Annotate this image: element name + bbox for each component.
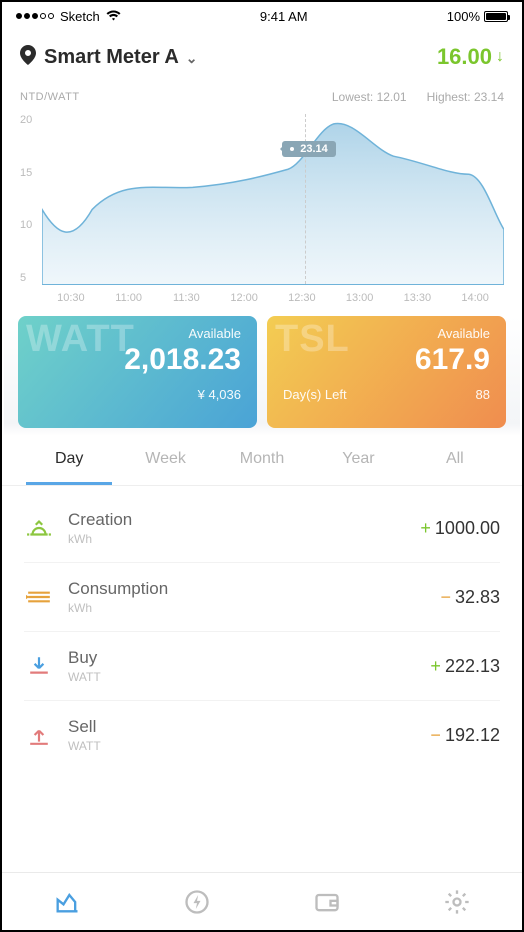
download-icon [24, 654, 54, 678]
header-value: 16.00 ↓ [437, 44, 504, 70]
status-left: Sketch [16, 9, 121, 24]
battery-icon [484, 11, 508, 22]
row-title: Buy [68, 648, 101, 668]
lines-icon [24, 585, 54, 609]
area-path-icon [42, 114, 504, 285]
tsl-sub-right: 88 [476, 387, 490, 402]
signal-dots-icon [16, 13, 54, 19]
summary-cards: WATT Available 2,018.23 ¥ 4,036 TSL Avai… [4, 316, 520, 436]
meter-name-label: Smart Meter A [44, 46, 178, 68]
chart-cursor-line [305, 114, 306, 284]
y-axis: 20 15 10 5 [20, 114, 42, 304]
row-unit: WATT [68, 670, 101, 684]
tsl-sub-left: Day(s) Left [283, 387, 347, 402]
upload-icon [24, 723, 54, 747]
location-pin-icon [20, 45, 36, 70]
status-right: 100% [447, 9, 508, 24]
bottom-tabbar [2, 872, 522, 930]
status-time: 9:41 AM [121, 9, 447, 24]
tab-day[interactable]: Day [26, 450, 112, 485]
row-unit: kWh [68, 532, 132, 546]
arrow-down-icon: ↓ [496, 48, 504, 66]
status-bar: Sketch 9:41 AM 100% [2, 2, 522, 30]
x-axis: 10:30 11:00 11:30 12:00 12:30 13:00 13:3… [42, 292, 504, 304]
chart-highest: Highest: 23.14 [427, 90, 504, 104]
range-tabs: Day Week Month Year All [2, 436, 522, 486]
chart-plot: 23.14 10:30 11:00 11:30 12:00 12:30 13:0… [42, 114, 504, 304]
chart-section: NTD/WATT Lowest: 12.01 Highest: 23.14 20… [2, 82, 522, 316]
chart-area[interactable]: 20 15 10 5 23.14 [20, 114, 504, 304]
tabbar-wallet[interactable] [262, 873, 392, 930]
chart-header: NTD/WATT Lowest: 12.01 Highest: 23.14 [20, 90, 504, 104]
tab-month[interactable]: Month [219, 450, 305, 485]
watt-available-label: Available [34, 326, 241, 341]
row-value: −192.12 [430, 725, 500, 746]
header-value-number: 16.00 [437, 44, 492, 70]
app-frame: { "status": { "carrier": "Sketch", "time… [0, 0, 524, 932]
chart-callout: 23.14 [282, 141, 336, 157]
tabbar-chart[interactable] [2, 873, 132, 930]
tabbar-settings[interactable] [392, 873, 522, 930]
stats-list: Creation kWh +1000.00 Consumption kWh −3… [2, 486, 522, 773]
carrier-label: Sketch [60, 9, 100, 24]
tab-year[interactable]: Year [315, 450, 401, 485]
chart-lowest: Lowest: 12.01 [332, 90, 407, 104]
row-title: Creation [68, 510, 132, 530]
row-title: Sell [68, 717, 101, 737]
sunrise-icon [24, 516, 54, 540]
row-unit: WATT [68, 739, 101, 753]
battery-pct: 100% [447, 9, 480, 24]
watt-sub-right: ¥ 4,036 [198, 387, 241, 402]
meter-selector[interactable]: Smart Meter A ⌄ [44, 46, 197, 69]
tsl-card[interactable]: TSL Available 617.9 Day(s) Left 88 [267, 316, 506, 428]
tab-all[interactable]: All [412, 450, 498, 485]
wifi-icon [106, 9, 121, 24]
row-buy[interactable]: Buy WATT +222.13 [24, 632, 500, 701]
row-value: +222.13 [430, 656, 500, 677]
row-unit: kWh [68, 601, 168, 615]
row-sell[interactable]: Sell WATT −192.12 [24, 701, 500, 769]
tsl-available-label: Available [283, 326, 490, 341]
tab-week[interactable]: Week [122, 450, 208, 485]
header: Smart Meter A ⌄ 16.00 ↓ [2, 30, 522, 82]
row-creation[interactable]: Creation kWh +1000.00 [24, 494, 500, 563]
row-consumption[interactable]: Consumption kWh −32.83 [24, 563, 500, 632]
row-value: −32.83 [440, 587, 500, 608]
chart-unit: NTD/WATT [20, 91, 80, 103]
row-value: +1000.00 [420, 518, 500, 539]
chevron-down-icon: ⌄ [186, 50, 198, 66]
row-title: Consumption [68, 579, 168, 599]
tabbar-energy[interactable] [132, 873, 262, 930]
watt-card[interactable]: WATT Available 2,018.23 ¥ 4,036 [18, 316, 257, 428]
